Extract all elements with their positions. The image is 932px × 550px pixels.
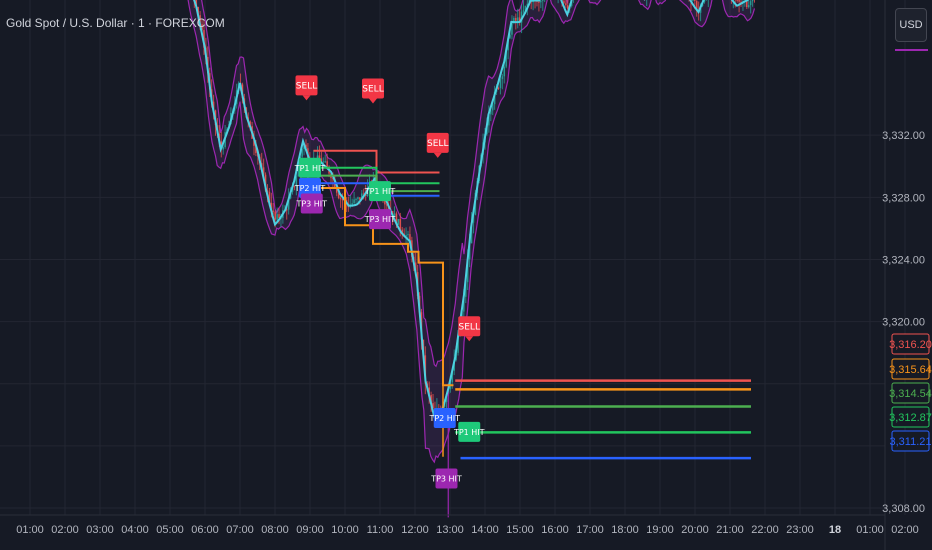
candle-body — [738, 0, 740, 2]
candle-body — [516, 17, 519, 21]
x-tick-label: 01:00 — [16, 524, 44, 536]
candle-body — [747, 5, 750, 8]
tp-badge-label: TP2 HIT — [428, 414, 460, 423]
y-tick-label: 3,320.00 — [882, 317, 925, 329]
x-tick-label: 08:00 — [261, 524, 289, 536]
x-tick-label: 11:00 — [367, 524, 394, 536]
candle-body — [351, 203, 353, 205]
y-tick-label: 3,328.00 — [882, 192, 925, 204]
price-tag: 3,311.21 — [889, 430, 932, 452]
sell-label: SELL — [296, 81, 317, 91]
candle-body — [276, 214, 278, 220]
candle-body — [540, 0, 542, 3]
symbol-title: Gold Spot / U.S. Dollar · 1 · FOREXCOM — [6, 16, 225, 30]
candle-body — [515, 17, 517, 21]
candle-body — [353, 199, 355, 204]
candle-body — [272, 210, 275, 212]
x-tick-label: 10:00 — [331, 524, 359, 536]
price-tag-label: 3,315.64 — [889, 364, 932, 376]
x-tick-label: 15:00 — [506, 524, 534, 536]
price-tag-label: 3,316.20 — [889, 339, 932, 351]
sell-label: SELL — [427, 139, 448, 149]
tp-badge-label: TP3 HIT — [295, 200, 327, 209]
x-tick-label: 21:00 — [716, 524, 744, 536]
x-tick-label: 12:00 — [401, 524, 429, 536]
x-tick-label: 06:00 — [191, 524, 219, 536]
currency-button[interactable]: USD — [895, 8, 927, 42]
price-tag-label: 3,314.54 — [889, 388, 932, 400]
price-tags: 3,316.20 3,315.64 3,314.54 3,312.87 3,311.21 — [889, 333, 932, 452]
x-tick-label: 20:00 — [681, 524, 709, 536]
tp-badge-label: TP2 HIT — [294, 184, 326, 193]
sell-label: SELL — [459, 322, 480, 332]
candle-body — [501, 76, 504, 80]
tp-badge-label: TP1 HIT — [453, 428, 485, 437]
candle-body — [322, 161, 325, 163]
x-tick-label: 18:00 — [611, 524, 639, 536]
x-tick-label: 13:00 — [436, 524, 464, 536]
x-tick-label: 09:00 — [296, 524, 324, 536]
candle-body — [497, 87, 500, 89]
candle-body — [326, 161, 328, 167]
x-tick-label: 04:00 — [121, 524, 149, 536]
candle-body — [339, 198, 342, 200]
x-tick-label: 01:00 — [856, 524, 884, 536]
y-tick-label: 3,324.00 — [882, 254, 925, 266]
sell-label: SELL — [362, 85, 383, 95]
price-tag: 3,315.64 — [889, 358, 932, 380]
candle-body — [541, 0, 544, 1]
candle-body — [749, 1, 752, 6]
tp-badge-label: TP3 HIT — [364, 215, 396, 224]
x-tick-label: 23:00 — [786, 524, 814, 536]
candle-body — [222, 147, 224, 150]
candle-body — [324, 161, 327, 163]
x-tick-label: 18 — [829, 524, 841, 536]
x-tick-label: 14:00 — [471, 524, 499, 536]
x-tick-label: 05:00 — [156, 524, 184, 536]
x-tick-label: 02:00 — [891, 524, 919, 536]
candle-body — [692, 0, 694, 2]
currency-label: USD — [899, 19, 923, 31]
x-tick-label: 19:00 — [646, 524, 674, 536]
tp-badge-label: TP3 HIT — [430, 475, 462, 484]
price-tag-label: 3,311.21 — [889, 436, 931, 448]
price-tag-label: 3,312.87 — [889, 412, 932, 424]
candle-body — [355, 198, 357, 200]
price-tag: 3,312.87 — [889, 406, 932, 428]
candle-body — [499, 79, 502, 88]
candle-body — [503, 66, 506, 77]
candle-body — [538, 1, 540, 3]
x-tick-label: 17:00 — [576, 524, 604, 536]
candle-body — [736, 0, 738, 1]
candle-body — [357, 197, 359, 199]
price-tag: 3,314.54 — [889, 382, 932, 404]
candle-body — [751, 0, 754, 2]
candle-body — [274, 211, 276, 220]
x-tick-label: 07:00 — [226, 524, 254, 536]
candle-body — [397, 219, 400, 225]
price-tag: 3,316.20 — [889, 333, 932, 355]
y-tick-label: 3,332.00 — [882, 130, 925, 142]
y-tick-label: 3,308.00 — [882, 503, 925, 515]
candle-body — [694, 0, 696, 2]
tp-badge-label: TP1 HIT — [294, 164, 326, 173]
x-tick-label: 22:00 — [751, 524, 779, 536]
x-tick-label: 02:00 — [51, 524, 79, 536]
tp-badge-label: TP1 HIT — [364, 187, 396, 196]
x-tick-label: 16:00 — [541, 524, 569, 536]
candle-body — [522, 10, 525, 12]
candle-body — [407, 234, 409, 236]
x-tick-label: 03:00 — [86, 524, 114, 536]
price-chart[interactable]: SELL SELL SELL SELL TP1 HIT TP2 HIT TP3 HIT TP… — [0, 0, 932, 550]
candle-body — [565, 3, 567, 6]
